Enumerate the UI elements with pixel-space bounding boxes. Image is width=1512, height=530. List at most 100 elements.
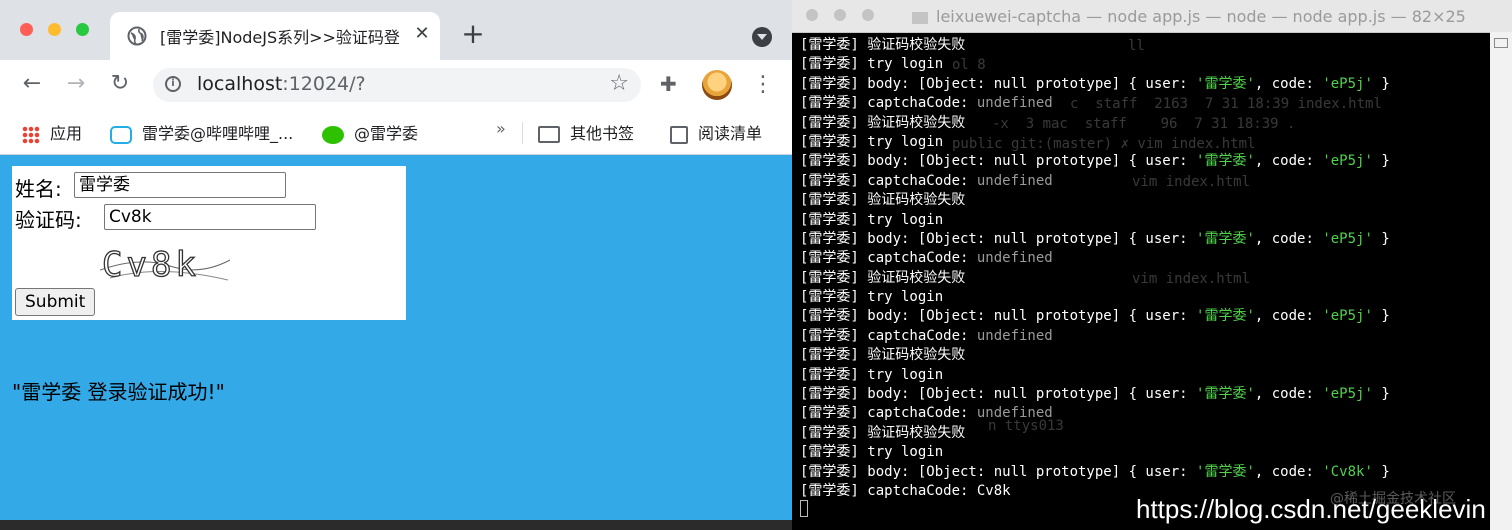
terminal-text-segment: 'eP5j' [1322,386,1373,403]
new-tab-button[interactable]: + [460,20,486,48]
terminal-maximize-button[interactable] [862,9,874,21]
terminal-text-segment: } [1372,230,1390,247]
terminal-text-segment: '雷学委' [1196,153,1255,170]
terminal-text-segment: undefined [976,172,1053,189]
login-result-message: "雷学委 登录验证成功!" [12,380,225,404]
terminal-text-segment: [雷学委] body: [Object: null prototype] { u… [800,463,1197,480]
bookmark-bilibili-label: 雷学委@哔哩哔哩_... [142,124,294,143]
bookmark-wechat[interactable]: @雷学委 [322,120,418,144]
terminal-text-segment: '雷学委' [1196,75,1255,92]
terminal-minimize-button[interactable] [834,9,846,21]
bookmark-other[interactable]: 其他书签 [538,120,634,144]
browser-tab[interactable]: [雷学委]NodeJS系列>>验证码登 ✕ [110,12,440,60]
close-window-button[interactable] [20,23,33,36]
terminal-text-segment: [雷学委] body: [Object: null prototype] { u… [800,153,1197,170]
terminal-text-segment: [雷学委] 验证码校验失败 [800,424,966,441]
terminal-text-segment: [雷学委] captchaCode: Cv8k [800,482,1011,499]
terminal-text-segment: [雷学委] captchaCode: [800,95,977,112]
reload-icon[interactable]: ↻ [106,70,134,98]
reading-list-button[interactable]: 阅读清单 [670,120,762,144]
url-host: localhost [197,73,283,95]
maximize-window-button[interactable] [76,23,89,36]
terminal-text-segment: [雷学委] 验证码校验失败 [800,347,966,364]
terminal-text-segment: } [1372,386,1390,403]
terminal-text-segment: [雷学委] try login [800,56,944,73]
terminal-text-segment: [雷学委] try login [800,444,944,461]
terminal-text-segment: [雷学委] try login [800,211,944,228]
terminal-text-segment: 'eP5j' [1322,153,1373,170]
terminal-line: [雷学委] captchaCode: undefined [800,327,1490,346]
terminal-text-segment: '雷学委' [1196,230,1255,247]
apps-grid-icon [22,125,40,144]
terminal-scrollbar[interactable] [1490,32,1512,530]
tab-close-icon[interactable]: ✕ [410,22,434,46]
terminal-text-segment: undefined [976,327,1053,344]
terminal-text-segment: , code: [1254,463,1323,480]
terminal-text-segment: [雷学委] body: [Object: null prototype] { u… [800,75,1197,92]
terminal-line: [雷学委] try login [800,211,1490,230]
terminal-line: [雷学委] try login [800,55,1490,74]
terminal-line: [雷学委] captchaCode: undefined [800,249,1490,268]
terminal-text-segment: [雷学委] 验证码校验失败 [800,192,966,209]
browser-menu-icon[interactable]: ⋮ [752,70,774,100]
terminal-line: [雷学委] try login [800,366,1490,385]
wechat-icon [322,125,344,144]
terminal-text-segment: [雷学委] captchaCode: [800,327,977,344]
browser-window: [雷学委]NodeJS系列>>验证码登 ✕ + ← → ↻ i localhos… [0,0,792,520]
bookmark-bilibili[interactable]: 雷学委@哔哩哔哩_... [110,120,293,144]
minimize-window-button[interactable] [48,23,61,36]
captcha-label: 验证码: [15,208,82,232]
terminal-title: leixuewei-captcha — node app.js — node —… [936,7,1466,26]
tab-search-button[interactable] [752,27,772,47]
terminal-line: [雷学委] 验证码校验失败 [800,191,1490,210]
site-info-icon[interactable]: i [165,76,181,92]
terminal-text-segment: , code: [1254,75,1323,92]
terminal-window: leixuewei-captcha — node app.js — node —… [792,0,1512,530]
terminal-text-segment: [雷学委] body: [Object: null prototype] { u… [800,308,1197,325]
terminal-text-segment: undefined [976,95,1053,112]
terminal-text-segment: , code: [1254,308,1323,325]
terminal-text-segment: [雷学委] captchaCode: [800,405,977,422]
terminal-text-segment: [雷学委] try login [800,289,944,306]
terminal-text-segment: undefined [976,250,1053,267]
tab-title: [雷学委]NodeJS系列>>验证码登 [160,28,400,47]
bookmark-apps[interactable]: 应用 [22,120,82,144]
bookmarks-overflow-button[interactable]: » [496,119,506,138]
terminal-line: [雷学委] try login [800,288,1490,307]
terminal-titlebar: leixuewei-captcha — node app.js — node —… [792,0,1512,33]
scrollbar-grip-icon[interactable] [1494,38,1508,48]
terminal-close-button[interactable] [806,9,818,21]
extensions-puzzle-icon[interactable]: ✚ [660,72,677,96]
terminal-text-segment: [雷学委] 验证码校验失败 [800,114,966,131]
bookmarks-bar: 应用 雷学委@哔哩哔哩_... @雷学委 » 其他书签 阅读清单 [0,110,792,155]
terminal-text-segment: } [1372,308,1390,325]
name-input[interactable]: 雷学委 [74,172,286,198]
terminal-text-segment: [雷学委] try login [800,133,944,150]
submit-button[interactable]: Submit [15,288,96,316]
terminal-text-segment: '雷学委' [1196,308,1255,325]
profile-avatar[interactable] [702,70,732,100]
terminal-text-segment: '雷学委' [1196,463,1255,480]
terminal-text-segment: '雷学委' [1196,386,1255,403]
captcha-image: Cv8k [100,244,230,286]
terminal-text-segment: , code: [1254,230,1323,247]
bookmark-star-icon[interactable]: ☆ [609,71,629,96]
tab-strip: [雷学委]NodeJS系列>>验证码登 ✕ + [0,0,792,60]
terminal-line: [雷学委] body: [Object: null prototype] { u… [800,230,1490,249]
terminal-line: [雷学委] body: [Object: null prototype] { u… [800,152,1490,171]
terminal-text-segment: [雷学委] captchaCode: [800,250,977,267]
terminal-text-segment: , code: [1254,153,1323,170]
forward-arrow-icon[interactable]: → [62,70,90,98]
bookmark-apps-label: 应用 [50,124,83,143]
folder-icon [912,11,928,24]
csdn-watermark: https://blog.csdn.net/geeklevin [1136,494,1486,524]
bilibili-tv-icon [110,125,132,144]
terminal-text-segment: [雷学委] captchaCode: [800,172,977,189]
terminal-line: [雷学委] body: [Object: null prototype] { u… [800,75,1490,94]
terminal-output: [雷学委] 验证码校验失败 [雷学委] try login [雷学委] body: … [800,36,1490,501]
back-arrow-icon[interactable]: ← [18,70,46,98]
address-bar[interactable]: i localhost:12024/? ☆ [153,68,641,102]
terminal-line: [雷学委] 验证码校验失败 [800,269,1490,288]
terminal-text-segment: 'eP5j' [1322,308,1373,325]
captcha-input[interactable]: Cv8k [104,204,316,230]
